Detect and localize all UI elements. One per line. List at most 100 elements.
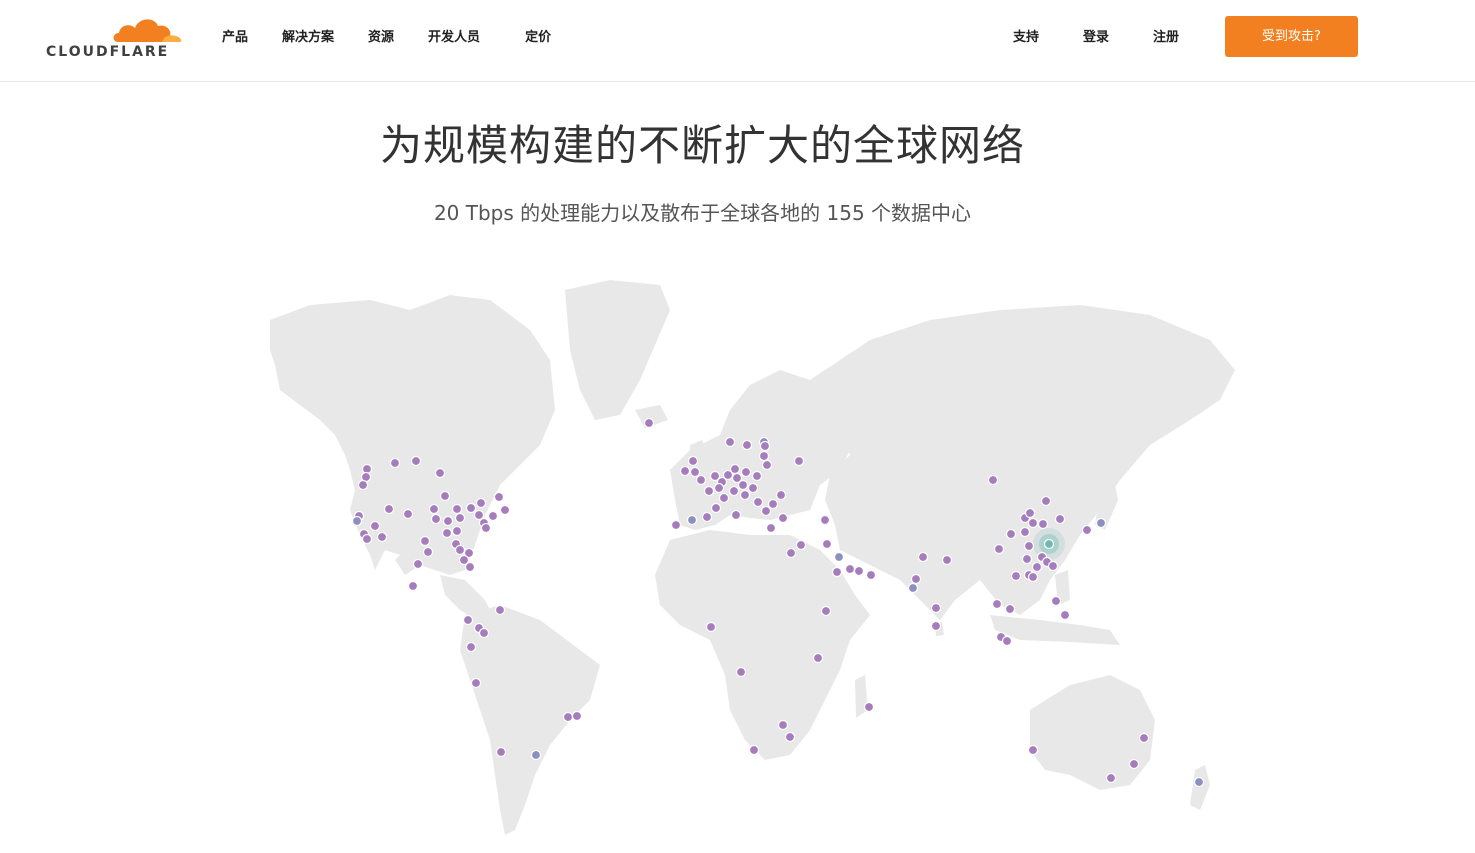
datacenter-marker[interactable] [821,538,833,550]
datacenter-marker[interactable] [1059,609,1071,621]
datacenter-marker[interactable] [1138,732,1150,744]
datacenter-marker[interactable] [760,505,772,517]
datacenter-marker[interactable] [473,509,485,521]
datacenter-marker[interactable] [728,485,740,497]
cloudflare-logo[interactable]: CLOUDFLARE [46,12,188,62]
datacenter-marker[interactable] [478,627,490,639]
datacenter-marker[interactable] [1027,517,1039,529]
datacenter-marker[interactable] [775,489,787,501]
datacenter-marker[interactable] [1004,603,1016,615]
nav-products[interactable]: 产品 [222,28,248,50]
datacenter-marker[interactable] [751,470,763,482]
datacenter-marker[interactable] [863,701,875,713]
datacenter-marker[interactable] [441,527,453,539]
nav-developers[interactable]: 开发人员 [428,28,480,50]
datacenter-marker[interactable] [748,744,760,756]
datacenter-marker[interactable] [865,569,877,581]
datacenter-marker[interactable] [351,515,363,527]
datacenter-marker[interactable] [730,509,742,521]
datacenter-marker[interactable] [1105,772,1117,784]
datacenter-marker[interactable] [701,511,713,523]
datacenter-marker[interactable] [930,620,942,632]
datacenter-marker[interactable] [910,573,922,585]
datacenter-marker[interactable] [747,482,759,494]
datacenter-marker[interactable] [724,436,736,448]
datacenter-marker[interactable] [991,598,1003,610]
datacenter-marker[interactable] [853,565,865,577]
datacenter-marker[interactable] [930,602,942,614]
datacenter-marker[interactable] [1010,570,1022,582]
datacenter-marker[interactable] [643,417,655,429]
datacenter-marker[interactable] [1054,513,1066,525]
datacenter-marker[interactable] [759,440,771,452]
datacenter-marker[interactable] [737,479,749,491]
datacenter-marker[interactable] [442,515,454,527]
datacenter-marker[interactable] [470,677,482,689]
datacenter-marker[interactable] [812,652,824,664]
datacenter-marker[interactable] [419,535,431,547]
datacenter-marker[interactable] [695,474,707,486]
datacenter-marker[interactable] [735,666,747,678]
datacenter-marker[interactable] [454,512,466,524]
datacenter-marker-highlighted[interactable] [1043,538,1055,550]
datacenter-marker[interactable] [1047,560,1059,572]
datacenter-marker[interactable] [705,621,717,633]
datacenter-marker[interactable] [465,641,477,653]
datacenter-marker[interactable] [687,455,699,467]
datacenter-marker[interactable] [383,503,395,515]
datacenter-marker[interactable] [499,504,511,516]
datacenter-marker[interactable] [1081,524,1093,536]
datacenter-marker[interactable] [495,746,507,758]
under-attack-button[interactable]: 受到攻击? [1225,16,1358,57]
datacenter-marker[interactable] [1021,553,1033,565]
datacenter-marker[interactable] [718,492,730,504]
datacenter-marker[interactable] [1037,518,1049,530]
datacenter-marker[interactable] [833,551,845,563]
datacenter-marker[interactable] [739,489,751,501]
datacenter-marker[interactable] [402,508,414,520]
datacenter-marker[interactable] [831,566,843,578]
datacenter-marker[interactable] [784,731,796,743]
datacenter-marker[interactable] [369,520,381,532]
datacenter-marker[interactable] [941,554,953,566]
datacenter-marker[interactable] [820,605,832,617]
nav-support[interactable]: 支持 [1013,28,1039,50]
datacenter-marker[interactable] [1024,507,1036,519]
datacenter-marker[interactable] [562,711,574,723]
datacenter-marker[interactable] [713,482,725,494]
datacenter-marker[interactable] [752,496,764,508]
datacenter-marker[interactable] [462,614,474,626]
datacenter-marker[interactable] [465,502,477,514]
datacenter-marker[interactable] [844,563,856,575]
datacenter-marker[interactable] [475,497,487,509]
datacenter-marker[interactable] [767,498,779,510]
datacenter-marker[interactable] [795,539,807,551]
nav-pricing[interactable]: 定价 [525,28,551,50]
datacenter-marker[interactable] [1027,744,1039,756]
datacenter-marker[interactable] [686,514,698,526]
datacenter-marker[interactable] [777,719,789,731]
datacenter-marker[interactable] [987,474,999,486]
datacenter-marker[interactable] [434,467,446,479]
datacenter-marker[interactable] [917,551,929,563]
datacenter-marker[interactable] [819,514,831,526]
nav-signup[interactable]: 注册 [1153,28,1179,50]
datacenter-marker[interactable] [422,546,434,558]
datacenter-marker[interactable] [793,455,805,467]
datacenter-marker[interactable] [493,491,505,503]
datacenter-marker[interactable] [361,533,373,545]
datacenter-marker[interactable] [710,502,722,514]
datacenter-marker[interactable] [1095,517,1107,529]
datacenter-marker[interactable] [1040,495,1052,507]
datacenter-marker[interactable] [464,561,476,573]
datacenter-marker[interactable] [785,547,797,559]
datacenter-marker[interactable] [407,580,419,592]
datacenter-marker[interactable] [761,459,773,471]
datacenter-marker[interactable] [439,490,451,502]
datacenter-marker[interactable] [1005,528,1017,540]
nav-solutions[interactable]: 解决方案 [282,28,334,50]
datacenter-marker[interactable] [389,457,401,469]
datacenter-marker[interactable] [729,463,741,475]
datacenter-marker[interactable] [571,710,583,722]
datacenter-marker[interactable] [993,543,1005,555]
